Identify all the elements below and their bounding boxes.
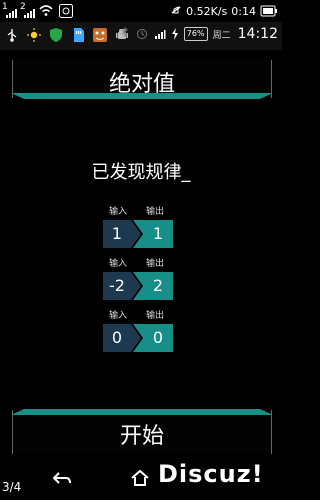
sim-1-indicator: 1 xyxy=(2,3,17,19)
input-label: 输入 xyxy=(109,311,128,321)
example-io: 0 0 xyxy=(103,324,181,354)
example-row: 输入 输出 -2 2 xyxy=(103,256,181,304)
mute-icon xyxy=(170,4,182,19)
alarm-icon xyxy=(135,27,149,41)
battery-percentage: 76% xyxy=(183,27,208,41)
bolt-icon xyxy=(171,28,179,40)
app-status-right: 76% 周二 14:12 xyxy=(120,26,278,42)
outer-status-right: 0.52K/s 0:14 xyxy=(170,2,278,20)
start-button[interactable]: 开始 xyxy=(12,410,272,454)
example-labels: 输入 输出 xyxy=(103,204,181,217)
page-title: 绝对值 xyxy=(108,72,175,97)
sim-1-bars xyxy=(6,9,17,18)
bottom-bar: 3/4 Discuz! xyxy=(0,460,282,500)
example-labels: 输入 输出 xyxy=(103,308,181,321)
sim-2-indicator: 2 xyxy=(20,3,35,19)
input-label: 输入 xyxy=(109,207,128,217)
gear-icon xyxy=(58,3,74,19)
example-row: 输入 输出 0 0 xyxy=(103,308,181,356)
game-screen: 绝对值 已发现规律_ 输入 输出 1 1 输入 输出 -2 2 输入 输出 0 … xyxy=(0,50,282,460)
app-status-bar: 76% 周二 14:12 xyxy=(0,22,282,50)
output-label: 输出 xyxy=(146,207,165,217)
signal-icon xyxy=(154,28,166,40)
watermark-text: Discuz! xyxy=(158,460,264,488)
sun-icon xyxy=(26,27,42,43)
outer-status-left: 1 2 xyxy=(0,2,74,20)
usb-icon xyxy=(4,27,20,43)
example-row: 输入 输出 1 1 xyxy=(103,204,181,252)
game-icon xyxy=(92,27,108,43)
example-labels: 输入 输出 xyxy=(103,256,181,269)
page-counter: 3/4 xyxy=(2,480,22,494)
wifi-icon xyxy=(38,4,54,18)
sim-2-bars xyxy=(24,9,35,18)
battery-icon xyxy=(260,5,278,17)
home-icon[interactable] xyxy=(128,468,152,488)
back-icon[interactable] xyxy=(50,468,74,488)
app-status-left xyxy=(4,27,130,43)
shield-icon xyxy=(48,27,64,43)
example-io: -2 2 xyxy=(103,272,181,302)
network-speed: 0.52K/s xyxy=(186,4,228,18)
status-time: 0:14 xyxy=(231,4,256,18)
outer-status-bar: 1 2 0.52K/s 0:14 xyxy=(0,0,282,22)
output-label: 输出 xyxy=(146,311,165,321)
bluetooth-icon xyxy=(120,27,130,41)
app-time: 14:12 xyxy=(237,26,278,42)
title-panel: 绝对值 xyxy=(12,60,272,98)
sd-card-icon xyxy=(70,27,86,43)
day-label: 周二 xyxy=(212,30,231,41)
start-label: 开始 xyxy=(119,424,164,449)
input-label: 输入 xyxy=(109,259,128,269)
output-label: 输出 xyxy=(146,259,165,269)
example-io: 1 1 xyxy=(103,220,181,250)
discovered-rule-text: 已发现规律_ xyxy=(91,162,191,183)
